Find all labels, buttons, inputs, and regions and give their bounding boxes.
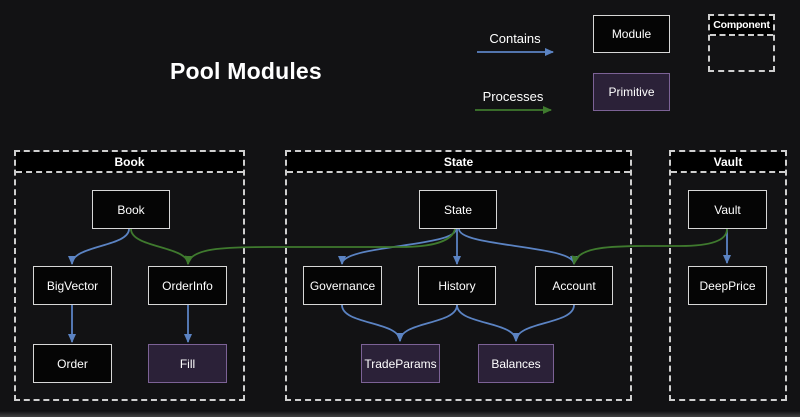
node-tradeparams-label: TradeParams <box>364 357 436 371</box>
diagram-canvas: Pool Modules Contains Processes Module P… <box>0 0 800 417</box>
edge-book-orderinfo <box>131 229 188 264</box>
node-governance: Governance <box>303 266 382 305</box>
node-deepprice: DeepPrice <box>688 266 767 305</box>
edge-governance-tradeparams <box>342 305 400 341</box>
edge-state-account <box>459 229 574 264</box>
node-balances-label: Balances <box>491 357 540 371</box>
node-account-label: Account <box>552 279 595 293</box>
node-bigvector-label: BigVector <box>47 279 98 293</box>
node-balances: Balances <box>478 344 554 383</box>
edge-account-balances <box>516 305 574 341</box>
legend-module-box: Module <box>593 15 670 53</box>
node-state: State <box>419 190 497 229</box>
node-vault-label: Vault <box>714 203 740 217</box>
node-orderinfo: OrderInfo <box>148 266 227 305</box>
legend-primitive-label: Primitive <box>608 85 654 99</box>
node-deepprice-label: DeepPrice <box>699 279 755 293</box>
node-orderinfo-label: OrderInfo <box>162 279 213 293</box>
legend-processes-label: Processes <box>473 89 553 104</box>
edge-state-orderinfo <box>188 229 455 264</box>
node-fill: Fill <box>148 344 227 383</box>
edge-history-balances <box>457 305 516 341</box>
node-bigvector: BigVector <box>33 266 112 305</box>
node-order-label: Order <box>57 357 88 371</box>
node-book-label: Book <box>117 203 144 217</box>
node-history: History <box>418 266 496 305</box>
node-tradeparams: TradeParams <box>361 344 440 383</box>
node-account: Account <box>535 266 613 305</box>
legend-primitive-box: Primitive <box>593 73 670 111</box>
node-history-label: History <box>438 279 475 293</box>
legend-component-label: Component <box>710 16 773 36</box>
node-order: Order <box>33 344 112 383</box>
edge-book-bigvector <box>72 229 129 264</box>
legend-component-box: Component <box>708 14 775 72</box>
edge-vault-account <box>574 229 727 264</box>
node-vault: Vault <box>688 190 767 229</box>
node-state-label: State <box>444 203 472 217</box>
node-governance-label: Governance <box>310 279 375 293</box>
bottom-edge-shade <box>0 411 800 417</box>
edge-history-tradeparams <box>400 305 457 341</box>
node-book: Book <box>92 190 170 229</box>
legend-module-label: Module <box>612 27 651 41</box>
legend-contains-label: Contains <box>475 31 555 46</box>
node-fill-label: Fill <box>180 357 195 371</box>
